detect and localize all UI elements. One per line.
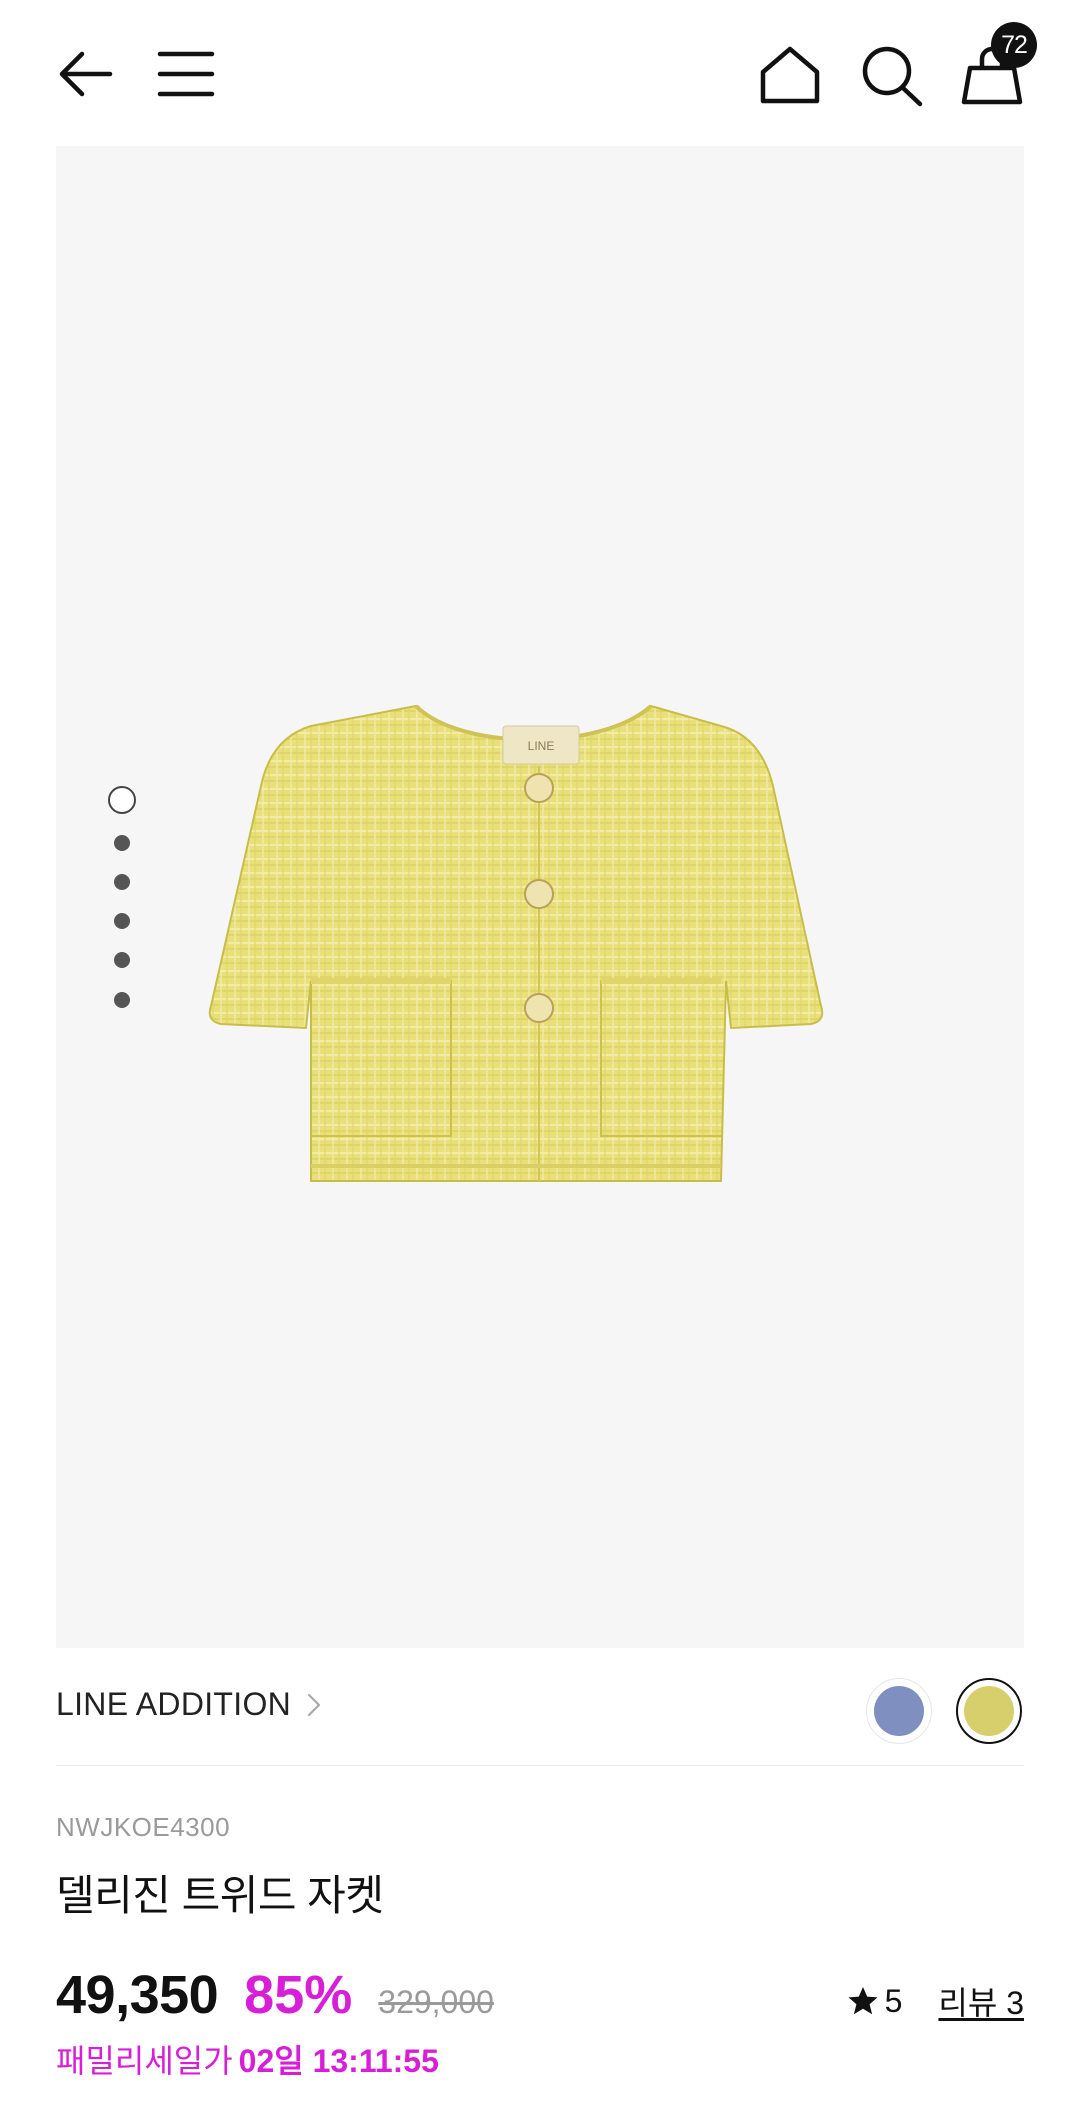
color-swatch-blue[interactable] <box>866 1678 932 1744</box>
color-swatch-fill <box>964 1686 1014 1736</box>
product-code: NWJKOE4300 <box>56 1812 231 1842</box>
sale-countdown: 02일 13:11:55 <box>238 2043 439 2079</box>
sale-price: 49,350 <box>56 1965 219 2025</box>
hamburger-menu-icon <box>157 51 215 97</box>
discount-rate: 85% <box>244 1965 353 2025</box>
menu-button[interactable] <box>152 40 220 108</box>
product-name: 델리진 트위드 자켓 <box>56 1872 384 1919</box>
review-link[interactable]: 리뷰 3 <box>938 1978 1024 2024</box>
gallery-pagination <box>101 786 141 1026</box>
search-button[interactable] <box>858 40 926 108</box>
chevron-right-icon <box>307 1693 321 1716</box>
gallery-dot[interactable] <box>114 874 130 890</box>
rating-summary: 5 리뷰 3 <box>847 1978 1024 2024</box>
gallery-dot[interactable] <box>114 952 130 968</box>
home-button[interactable] <box>756 40 824 108</box>
color-swatch-yellow-selected[interactable] <box>956 1678 1022 1744</box>
svg-text:LINE: LINE <box>528 739 555 753</box>
gallery-dot[interactable] <box>114 835 130 851</box>
arrow-left-icon <box>59 51 113 97</box>
product-detail-page: 72 LINE LINE ADDITION NWJKOE4300 델리진 트위드… <box>0 0 1080 2121</box>
price-row: 49,350 85% 329,000 <box>56 1964 494 2028</box>
color-swatch-fill <box>874 1686 924 1736</box>
brand-name: LINE ADDITION <box>56 1686 292 1722</box>
family-sale-row: 패밀리세일가 02일 13:11:55 <box>56 2036 439 2082</box>
rating-value: 5 <box>884 1982 903 2019</box>
star-icon <box>848 1987 878 2015</box>
gallery-dot[interactable] <box>114 992 130 1008</box>
gallery-dot-active[interactable] <box>108 786 136 814</box>
original-price: 329,000 <box>378 1984 494 2020</box>
home-icon <box>760 46 820 104</box>
brand-color-row: LINE ADDITION <box>56 1648 1024 1766</box>
product-image-jacket: LINE <box>208 704 824 1182</box>
search-icon <box>862 46 923 107</box>
back-button[interactable] <box>52 40 120 108</box>
brand-link[interactable]: LINE ADDITION <box>56 1686 323 1723</box>
gallery-dot[interactable] <box>114 913 130 929</box>
family-sale-label: 패밀리세일가 <box>56 2043 233 2079</box>
product-image-gallery[interactable]: LINE <box>56 146 1024 1648</box>
top-header: 72 <box>0 0 1080 145</box>
cart-count-badge: 72 <box>991 22 1037 68</box>
